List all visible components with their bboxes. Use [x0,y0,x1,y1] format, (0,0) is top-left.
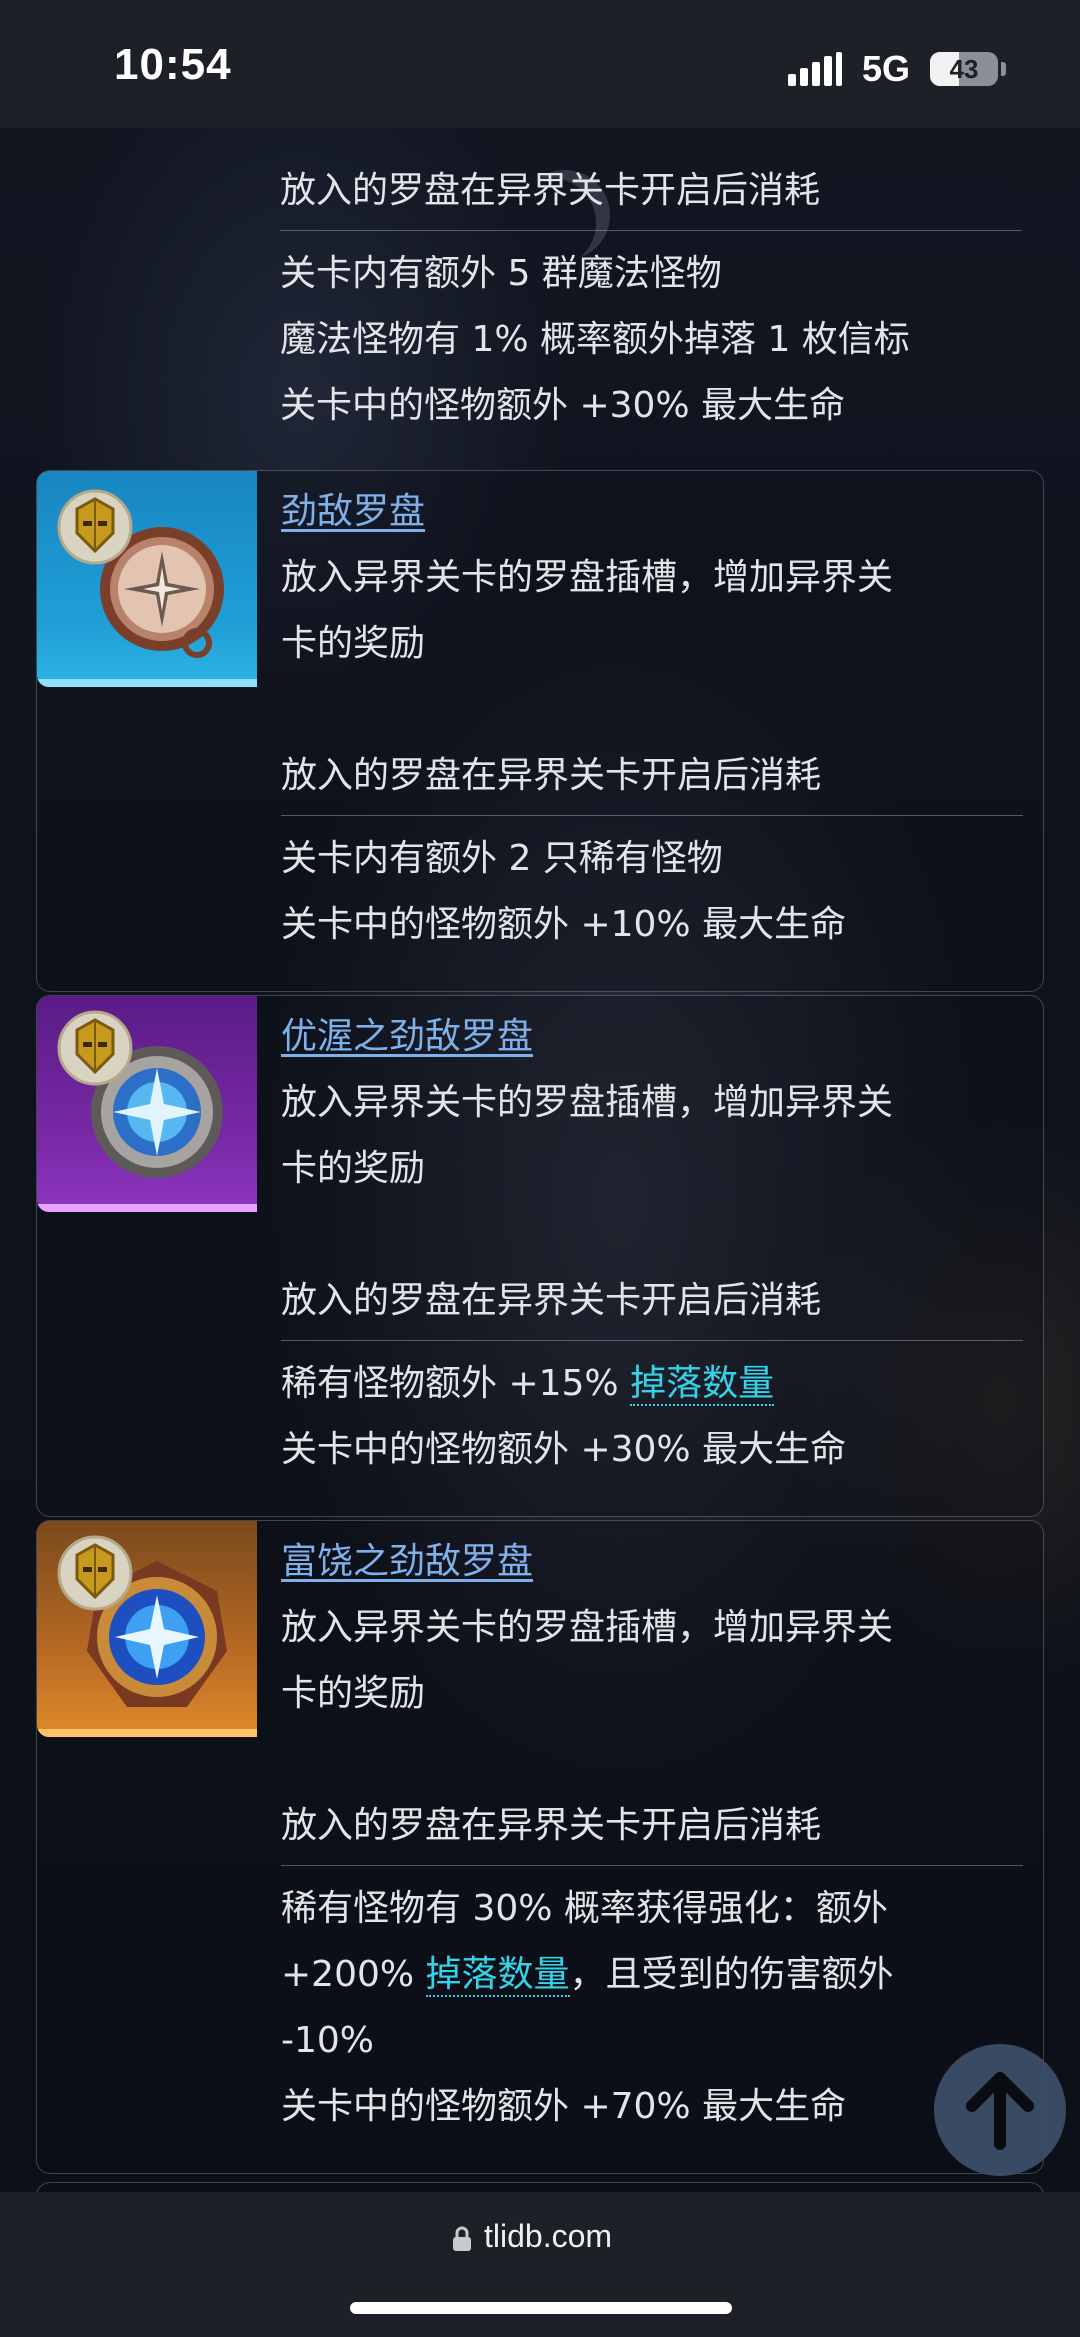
consume-line: 放入的罗盘在异界关卡开启后消耗 [281,1805,822,1846]
card-body: 优渥之劲敌罗盘 放入异界关卡的罗盘插槽，增加异界关 卡的奖励 放入的罗盘在异界关… [281,996,1023,1483]
item-description: 放入异界关卡的罗盘插槽，增加异界关 [281,557,894,598]
network-label: 5G [862,48,911,89]
effect-line: -10% [281,2020,375,2061]
item-description: 卡的奖励 [281,1673,426,1714]
card-body: 富饶之劲敌罗盘 放入异界关卡的罗盘插槽，增加异界关 卡的奖励 放入的罗盘在异界关… [281,1521,1023,2140]
arrow-up-icon [966,2072,1034,2150]
item-description: 放入异界关卡的罗盘插槽，增加异界关 [281,1607,894,1648]
effect-text: +200% [281,1954,426,1995]
effect-line: 关卡中的怪物额外 +30% 最大生命 [281,1429,847,1470]
divider [281,815,1023,816]
keyword-link-drop-quantity[interactable]: 掉落数量 [425,1954,570,1997]
url-text[interactable]: tlidb.com [484,2218,612,2255]
effect-line: 稀有怪物额外 +15% 掉落数量 [281,1351,1023,1417]
rarity-stripe [37,679,257,687]
status-time: 10:54 [114,40,232,89]
compass-card: 劲敌罗盘 放入异界关卡的罗盘插槽，增加异界关 卡的奖励 放入的罗盘在异界关卡开启… [36,470,1044,992]
item-title-link[interactable]: 富饶之劲敌罗盘 [281,1529,533,1595]
effect-line: 关卡中的怪物额外 +70% 最大生命 [281,2086,847,2127]
consume-line: 放入的罗盘在异界关卡开启后消耗 [281,1280,822,1321]
item-description: 放入异界关卡的罗盘插槽，增加异界关 [281,1082,894,1123]
consume-line: 放入的罗盘在异界关卡开启后消耗 [281,755,822,796]
scroll-to-top-button[interactable] [934,2044,1066,2176]
divider [281,1865,1023,1866]
item-thumbnail[interactable] [37,996,257,1212]
golden-mask-icon [57,1535,133,1611]
effect-text: ，且受到的伤害额外 [569,1954,894,1995]
item-description: 卡的奖励 [281,623,426,664]
consume-line: 放入的罗盘在异界关卡开启后消耗 [280,170,821,211]
effect-line: +200% 掉落数量，且受到的伤害额外 [281,1942,1023,2008]
card-body: 劲敌罗盘 放入异界关卡的罗盘插槽，增加异界关 卡的奖励 放入的罗盘在异界关卡开启… [281,471,1023,958]
golden-mask-icon [57,489,133,565]
partial-card-body: 放入的罗盘在异界关卡开启后消耗 关卡内有额外 5 群魔法怪物 魔法怪物有 1% … [280,158,1022,439]
divider [281,1340,1023,1341]
divider [280,230,1022,231]
browser-address-bar[interactable]: tlidb.com [0,2192,1080,2337]
effect-line: 关卡中的怪物额外 +10% 最大生命 [281,904,847,945]
effect-line: 魔法怪物有 1% 概率额外掉落 1 枚信标 [280,319,910,360]
compass-card-next [36,2182,1044,2192]
item-title-link[interactable]: 优渥之劲敌罗盘 [281,1004,533,1070]
item-thumbnail[interactable] [37,471,257,687]
item-title-link[interactable]: 劲敌罗盘 [281,479,425,545]
rarity-stripe [37,1729,257,1737]
lock-icon [453,2226,471,2251]
battery-tip [1001,62,1006,76]
battery-percent: 43 [949,54,979,84]
effect-text: 稀有怪物额外 +15% [281,1363,631,1404]
effect-line: 稀有怪物有 30% 概率获得强化：额外 [281,1888,888,1929]
status-bar: 10:54 5G 43 [0,0,1080,128]
item-thumbnail[interactable] [37,1521,257,1737]
page-content[interactable]: 放入的罗盘在异界关卡开启后消耗 关卡内有额外 5 群魔法怪物 魔法怪物有 1% … [0,128,1080,2192]
rarity-stripe [37,1204,257,1212]
compass-card: 优渥之劲敌罗盘 放入异界关卡的罗盘插槽，增加异界关 卡的奖励 放入的罗盘在异界关… [36,995,1044,1517]
item-description: 卡的奖励 [281,1148,426,1189]
golden-mask-icon [57,1010,133,1086]
effect-line: 关卡内有额外 2 只稀有怪物 [281,838,723,879]
compass-card: 富饶之劲敌罗盘 放入异界关卡的罗盘插槽，增加异界关 卡的奖励 放入的罗盘在异界关… [36,1520,1044,2174]
effect-line: 关卡内有额外 5 群魔法怪物 [280,253,722,294]
keyword-link-drop-quantity[interactable]: 掉落数量 [630,1363,775,1406]
signal-icon [788,52,844,86]
home-indicator[interactable] [350,2302,732,2314]
effect-line: 关卡中的怪物额外 +30% 最大生命 [280,385,846,426]
battery-icon: 43 [930,52,998,86]
